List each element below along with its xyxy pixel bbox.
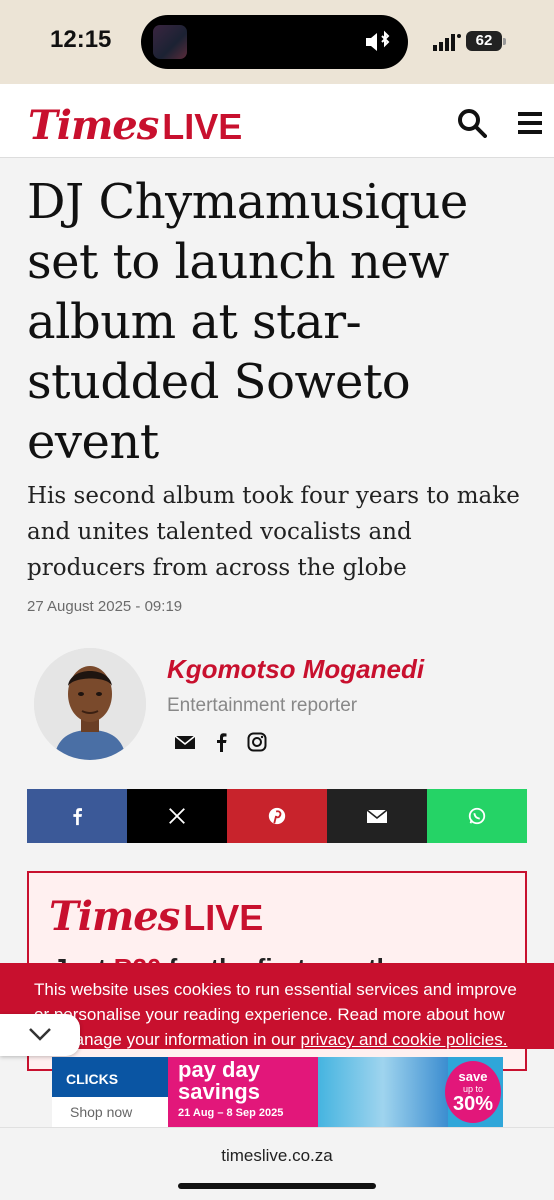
search-icon[interactable] [457, 108, 487, 138]
publish-date: 27 August 2025 - 09:19 [27, 598, 183, 615]
share-email-button[interactable] [327, 789, 427, 843]
signal-icon [433, 34, 461, 51]
email-icon[interactable] [174, 731, 196, 753]
status-bar: 12:15 62 [0, 0, 554, 84]
x-icon [169, 808, 185, 824]
share-bar [27, 789, 527, 843]
url-text[interactable]: timeslive.co.za [0, 1146, 554, 1166]
chevron-down-icon [29, 1028, 51, 1041]
author-portrait [34, 648, 146, 760]
email-icon [366, 809, 388, 823]
facebook-icon [73, 808, 82, 826]
ad-title-1: pay day [178, 1057, 260, 1082]
author-avatar[interactable] [34, 648, 146, 760]
whatsapp-icon [468, 807, 486, 825]
promo-logo-times: Times [49, 893, 180, 940]
logo-times: Times [28, 102, 159, 149]
collapse-banner-button[interactable] [0, 1014, 80, 1056]
ad-pct: 30% [452, 1093, 494, 1115]
hamburger-menu-icon[interactable] [516, 110, 544, 136]
ad-brand: CLICKS [66, 1071, 119, 1087]
cookie-banner: This website uses cookies to run essenti… [0, 963, 554, 1049]
status-time: 12:15 [50, 26, 112, 53]
pinterest-icon [268, 807, 286, 825]
cookie-policy-link[interactable]: privacy and cookie policies. [300, 1030, 507, 1049]
ad-dates: 21 Aug – 8 Sep 2025 [178, 1107, 284, 1119]
article-headline: DJ Chymamusique set to launch new album … [27, 174, 468, 470]
timeslive-logo[interactable]: Times LIVE [28, 102, 242, 149]
author-role: Entertainment reporter [167, 695, 358, 716]
author-name[interactable]: Kgomotso Moganedi [167, 654, 424, 685]
ad-brand-panel: CLICKS Shop now [52, 1057, 168, 1127]
dynamic-island[interactable] [141, 15, 408, 69]
facebook-icon[interactable] [210, 731, 232, 753]
logo-live: LIVE [162, 106, 243, 147]
ad-save: save [458, 1069, 488, 1084]
ad-save-badge: save up to 30% [445, 1061, 501, 1123]
share-whatsapp-button[interactable] [427, 789, 527, 843]
site-header: Times LIVE [0, 84, 554, 158]
browser-url-bar[interactable]: timeslive.co.za [0, 1127, 554, 1200]
battery-tip [503, 38, 506, 45]
instagram-icon[interactable] [246, 731, 268, 753]
advertisement-banner[interactable]: CLICKS Shop now pay day savings 21 Aug –… [52, 1057, 503, 1127]
share-facebook-button[interactable] [27, 789, 127, 843]
now-playing-artwork [153, 25, 187, 59]
promo-logo: Times LIVE [49, 893, 263, 940]
home-indicator[interactable] [178, 1183, 376, 1189]
author-social-links [174, 731, 268, 753]
ad-products-image [318, 1057, 448, 1127]
article-standfirst: His second album took four years to make… [27, 483, 520, 581]
share-x-button[interactable] [127, 789, 227, 843]
promo-logo-live: LIVE [183, 897, 264, 938]
ad-shop-now[interactable]: Shop now [52, 1097, 168, 1127]
bluetooth-audio-icon [366, 30, 390, 51]
share-pinterest-button[interactable] [227, 789, 327, 843]
battery-icon: 62 [466, 31, 502, 51]
ad-title-2: savings [178, 1079, 260, 1104]
ad-headline-panel: pay day savings 21 Aug – 8 Sep 2025 [168, 1057, 318, 1127]
